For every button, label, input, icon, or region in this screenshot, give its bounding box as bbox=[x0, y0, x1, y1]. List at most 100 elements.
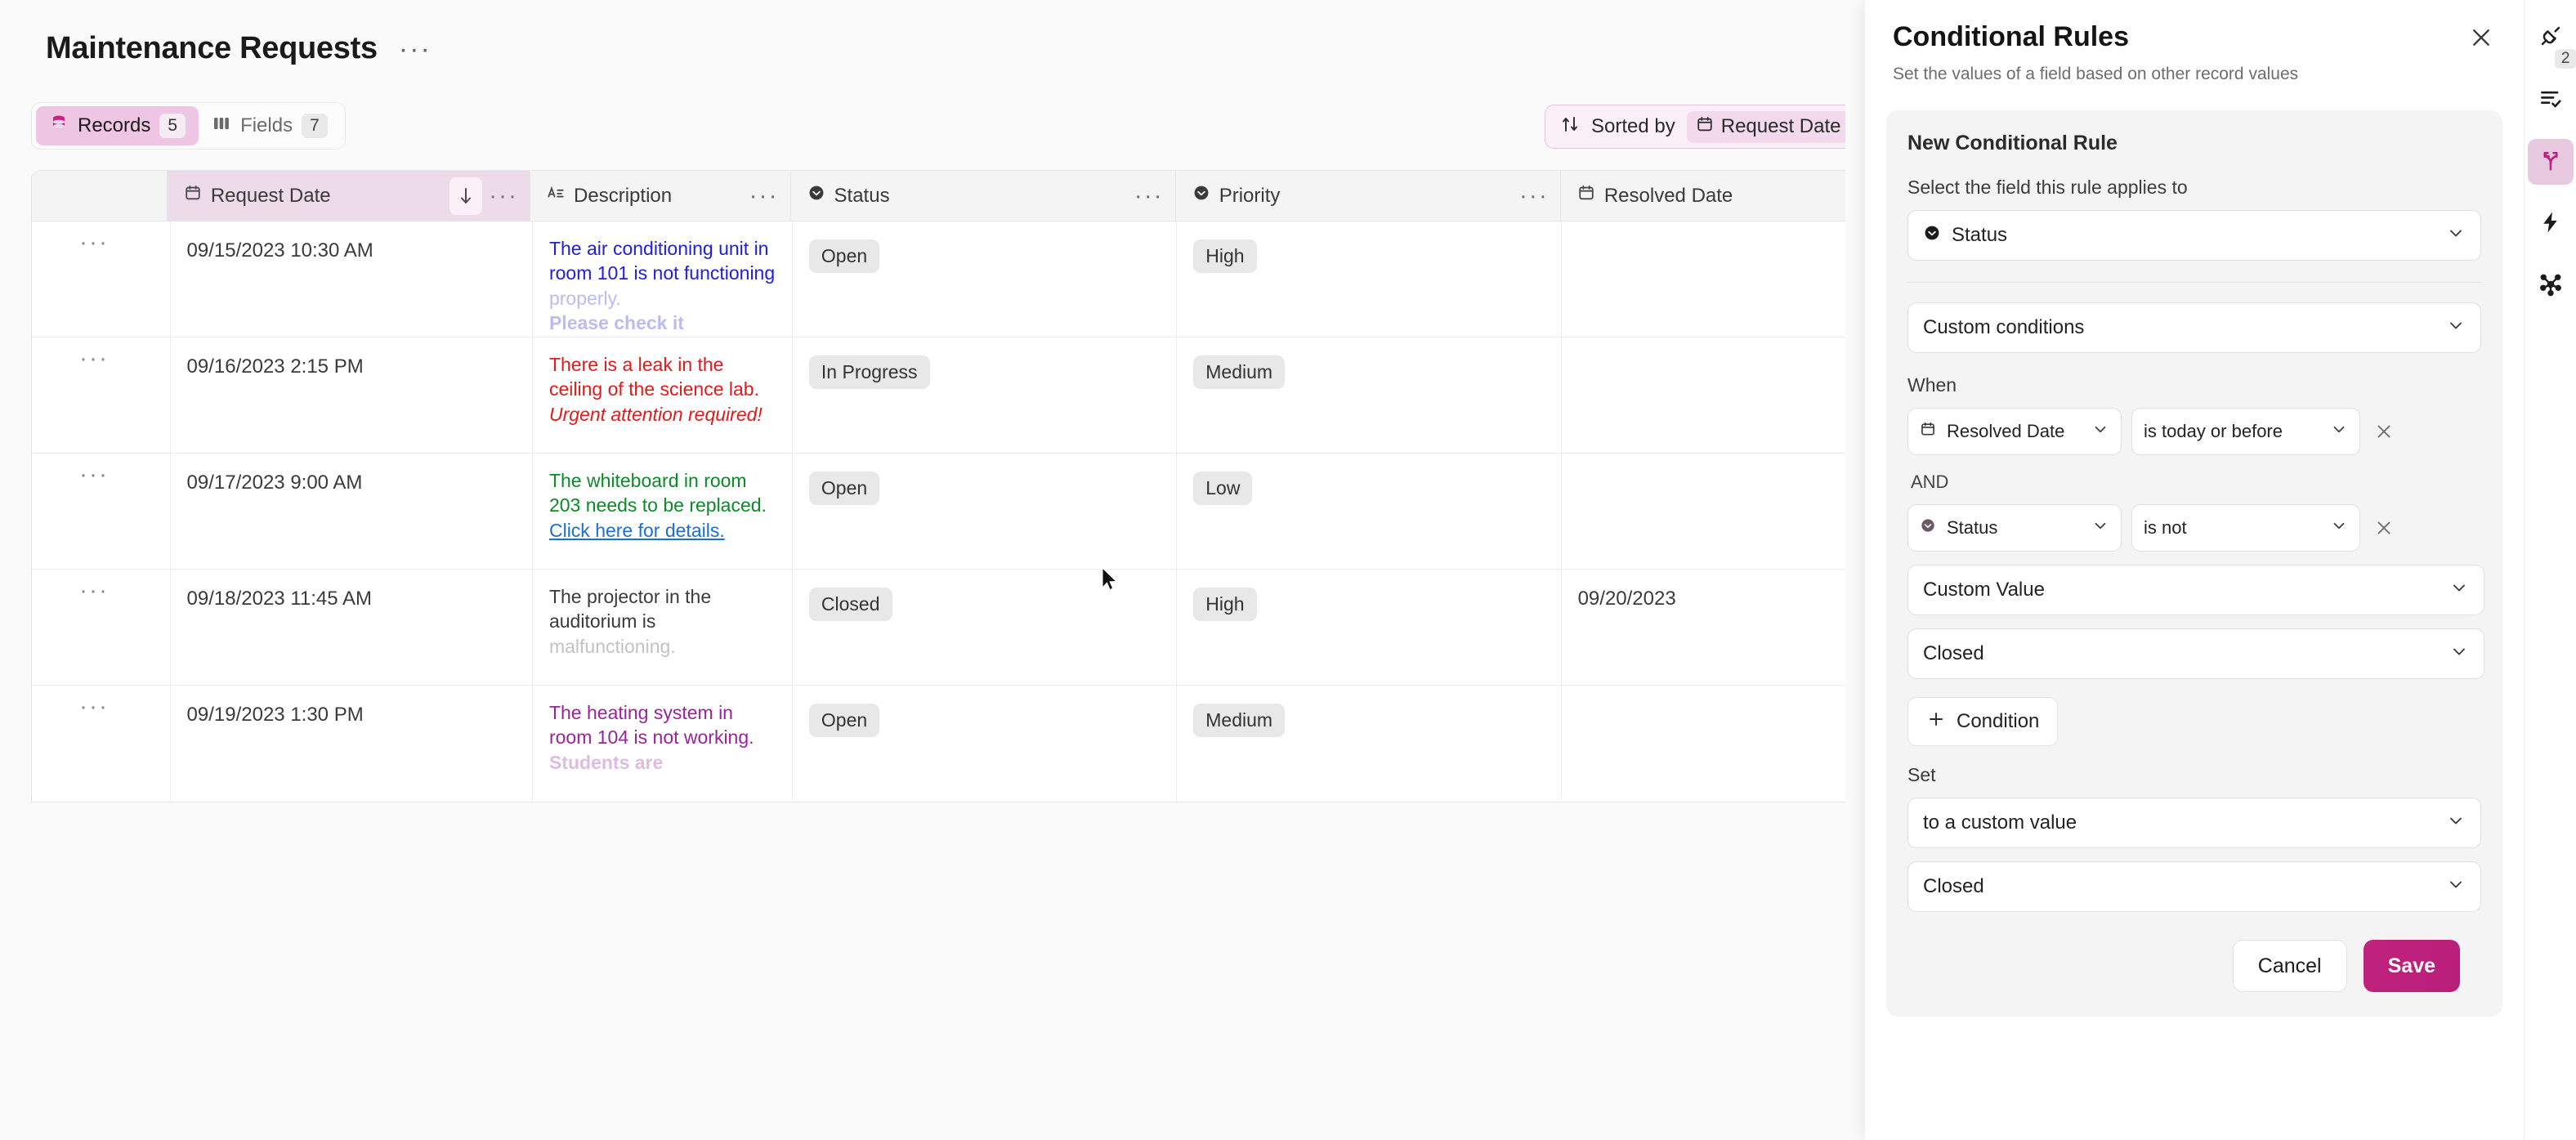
cell-priority[interactable]: Low bbox=[1177, 454, 1562, 569]
column-header-resolved-date[interactable]: Resolved Date bbox=[1561, 171, 1845, 221]
chevron-down-icon bbox=[2091, 420, 2109, 443]
description-line: Urgent attention required! bbox=[548, 403, 763, 425]
new-conditional-rule-card: New Conditional Rule Select the field th… bbox=[1886, 110, 2502, 1017]
cell-priority[interactable]: High bbox=[1177, 570, 1562, 685]
cell-status[interactable]: Open bbox=[793, 221, 1178, 337]
column-header-description[interactable]: Description ··· bbox=[530, 171, 791, 221]
right-rail: 2 bbox=[2524, 0, 2576, 1140]
tab-records[interactable]: Records 5 bbox=[36, 106, 199, 145]
column-header-priority-label: Priority bbox=[1219, 184, 1281, 207]
cell-resolved-date[interactable] bbox=[1562, 454, 1845, 569]
cell-description[interactable]: The heating system in room 104 is not wor… bbox=[533, 686, 793, 802]
table-row[interactable]: ··· 09/19/2023 1:30 PM The heating system … bbox=[32, 686, 1845, 802]
page-title-more-button[interactable]: ··· bbox=[399, 35, 432, 63]
cell-priority[interactable]: Medium bbox=[1177, 338, 1562, 453]
row-menu-button[interactable]: ··· bbox=[79, 463, 109, 487]
description-line: malfunctioning. bbox=[548, 635, 676, 657]
row-menu-button[interactable]: ··· bbox=[79, 695, 109, 719]
status-badge: In Progress bbox=[808, 355, 930, 389]
records-fields-toggle: Records 5 Fields 7 bbox=[31, 102, 346, 150]
column-header-status-label: Status bbox=[834, 184, 890, 207]
column-menu-priority[interactable]: ··· bbox=[1519, 183, 1549, 208]
cell-status[interactable]: In Progress bbox=[793, 338, 1178, 453]
and-label: AND bbox=[1911, 472, 1949, 492]
cell-resolved-date[interactable] bbox=[1562, 686, 1845, 802]
rail-item-plug[interactable]: 2 bbox=[2528, 15, 2576, 69]
cell-request-date[interactable]: 09/15/2023 10:30 AM bbox=[171, 221, 533, 337]
rail-item-conditional-rules[interactable] bbox=[2527, 139, 2574, 185]
column-header-request-date-label: Request Date bbox=[210, 184, 331, 207]
records-count: 5 bbox=[159, 114, 186, 138]
rule-field-value: Status bbox=[1952, 224, 2008, 246]
condition-value-select[interactable]: Closed bbox=[1907, 628, 2484, 679]
set-label: Set bbox=[1907, 764, 1936, 785]
row-menu-button[interactable]: ··· bbox=[79, 230, 109, 255]
rail-item-automations[interactable] bbox=[2528, 201, 2574, 247]
fields-icon bbox=[212, 114, 231, 139]
cell-status[interactable]: Open bbox=[793, 686, 1178, 802]
description-line: ceiling of the science lab. bbox=[548, 378, 759, 400]
tab-fields-label: Fields bbox=[240, 114, 293, 136]
branch-icon bbox=[2538, 148, 2563, 177]
tab-records-label: Records bbox=[78, 114, 151, 136]
set-mode-select[interactable]: to a custom value bbox=[1907, 798, 2481, 848]
row-menu-button[interactable]: ··· bbox=[79, 346, 109, 371]
cell-status[interactable]: Open bbox=[793, 454, 1178, 569]
set-value-select[interactable]: Closed bbox=[1907, 861, 2481, 912]
add-condition-label: Condition bbox=[1957, 710, 2040, 732]
sort-field-chip[interactable]: Request Date bbox=[1686, 110, 1845, 143]
table-row[interactable]: ··· 09/16/2023 2:15 PM There is a leak in … bbox=[32, 338, 1845, 454]
condition-value-mode-select[interactable]: Custom Value bbox=[1907, 565, 2484, 615]
condition-row: Resolved Date is today or before bbox=[1907, 408, 2481, 455]
save-button[interactable]: Save bbox=[2363, 940, 2460, 992]
condition-field-select[interactable]: Status bbox=[1907, 504, 2122, 552]
condition-operator-select[interactable]: is not bbox=[2131, 504, 2360, 552]
select-icon bbox=[807, 184, 825, 208]
close-icon[interactable] bbox=[2463, 20, 2499, 56]
description-line: The projector in the bbox=[548, 586, 712, 607]
cell-description[interactable]: The projector in the auditorium is malfunc… bbox=[533, 570, 793, 685]
column-menu-description[interactable]: ··· bbox=[749, 183, 779, 208]
cell-request-date[interactable]: 09/17/2023 9:00 AM bbox=[171, 454, 533, 569]
add-condition-button[interactable]: Condition bbox=[1907, 697, 2059, 746]
cell-resolved-date[interactable] bbox=[1562, 221, 1845, 337]
rule-field-select[interactable]: Status bbox=[1907, 210, 2481, 261]
cell-priority[interactable]: Medium bbox=[1177, 686, 1562, 802]
conditions-mode-select[interactable]: Custom conditions bbox=[1907, 302, 2481, 353]
remove-condition-icon[interactable] bbox=[2370, 421, 2398, 442]
row-menu-button[interactable]: ··· bbox=[79, 579, 109, 603]
column-menu-request-date[interactable]: ··· bbox=[489, 183, 518, 208]
table-row[interactable]: ··· 09/15/2023 10:30 AM The air conditioni… bbox=[32, 221, 1845, 338]
cell-request-date[interactable]: 09/18/2023 11:45 AM bbox=[171, 570, 533, 685]
column-header-status[interactable]: Status ··· bbox=[791, 171, 1176, 221]
sorted-by-chip[interactable]: Sorted by Request Date bbox=[1545, 105, 1845, 149]
text-icon bbox=[547, 184, 565, 208]
cell-description[interactable]: The whiteboard in room 203 needs to be re… bbox=[533, 454, 793, 569]
cancel-button[interactable]: Cancel bbox=[2232, 940, 2347, 992]
column-header-description-label: Description bbox=[574, 184, 673, 207]
cell-status[interactable]: Closed bbox=[793, 570, 1178, 685]
hub-icon bbox=[2538, 272, 2563, 301]
chevron-down-icon bbox=[2446, 874, 2466, 900]
cell-priority[interactable]: High bbox=[1177, 221, 1562, 337]
condition-field-select[interactable]: Resolved Date bbox=[1907, 408, 2122, 455]
tab-fields[interactable]: Fields 7 bbox=[199, 106, 341, 145]
panel-header: Conditional Rules Set the values of a fi… bbox=[1865, 0, 2524, 84]
column-header-request-date[interactable]: Request Date ··· bbox=[167, 171, 531, 221]
column-menu-status[interactable]: ··· bbox=[1134, 183, 1164, 208]
column-header-priority[interactable]: Priority ··· bbox=[1176, 171, 1561, 221]
rail-item-connections[interactable] bbox=[2528, 263, 2574, 309]
condition-operator-select[interactable]: is today or before bbox=[2131, 408, 2360, 455]
rail-item-list-check[interactable] bbox=[2528, 77, 2574, 123]
table-row[interactable]: ··· 09/18/2023 11:45 AM The projector in t… bbox=[32, 570, 1845, 686]
lightning-icon bbox=[2538, 210, 2563, 239]
cell-resolved-date[interactable]: 09/20/2023 bbox=[1562, 570, 1845, 685]
remove-condition-icon[interactable] bbox=[2370, 517, 2398, 539]
cell-request-date[interactable]: 09/16/2023 2:15 PM bbox=[171, 338, 533, 453]
cell-request-date[interactable]: 09/19/2023 1:30 PM bbox=[171, 686, 533, 802]
cell-resolved-date[interactable] bbox=[1562, 338, 1845, 453]
table-row[interactable]: ··· 09/17/2023 9:00 AM The whiteboard in r… bbox=[32, 454, 1845, 570]
sort-descending-icon[interactable] bbox=[449, 177, 483, 215]
cell-description[interactable]: The air conditioning unit in room 101 is … bbox=[533, 221, 793, 337]
cell-description[interactable]: There is a leak in the ceiling of the sci… bbox=[533, 338, 793, 453]
